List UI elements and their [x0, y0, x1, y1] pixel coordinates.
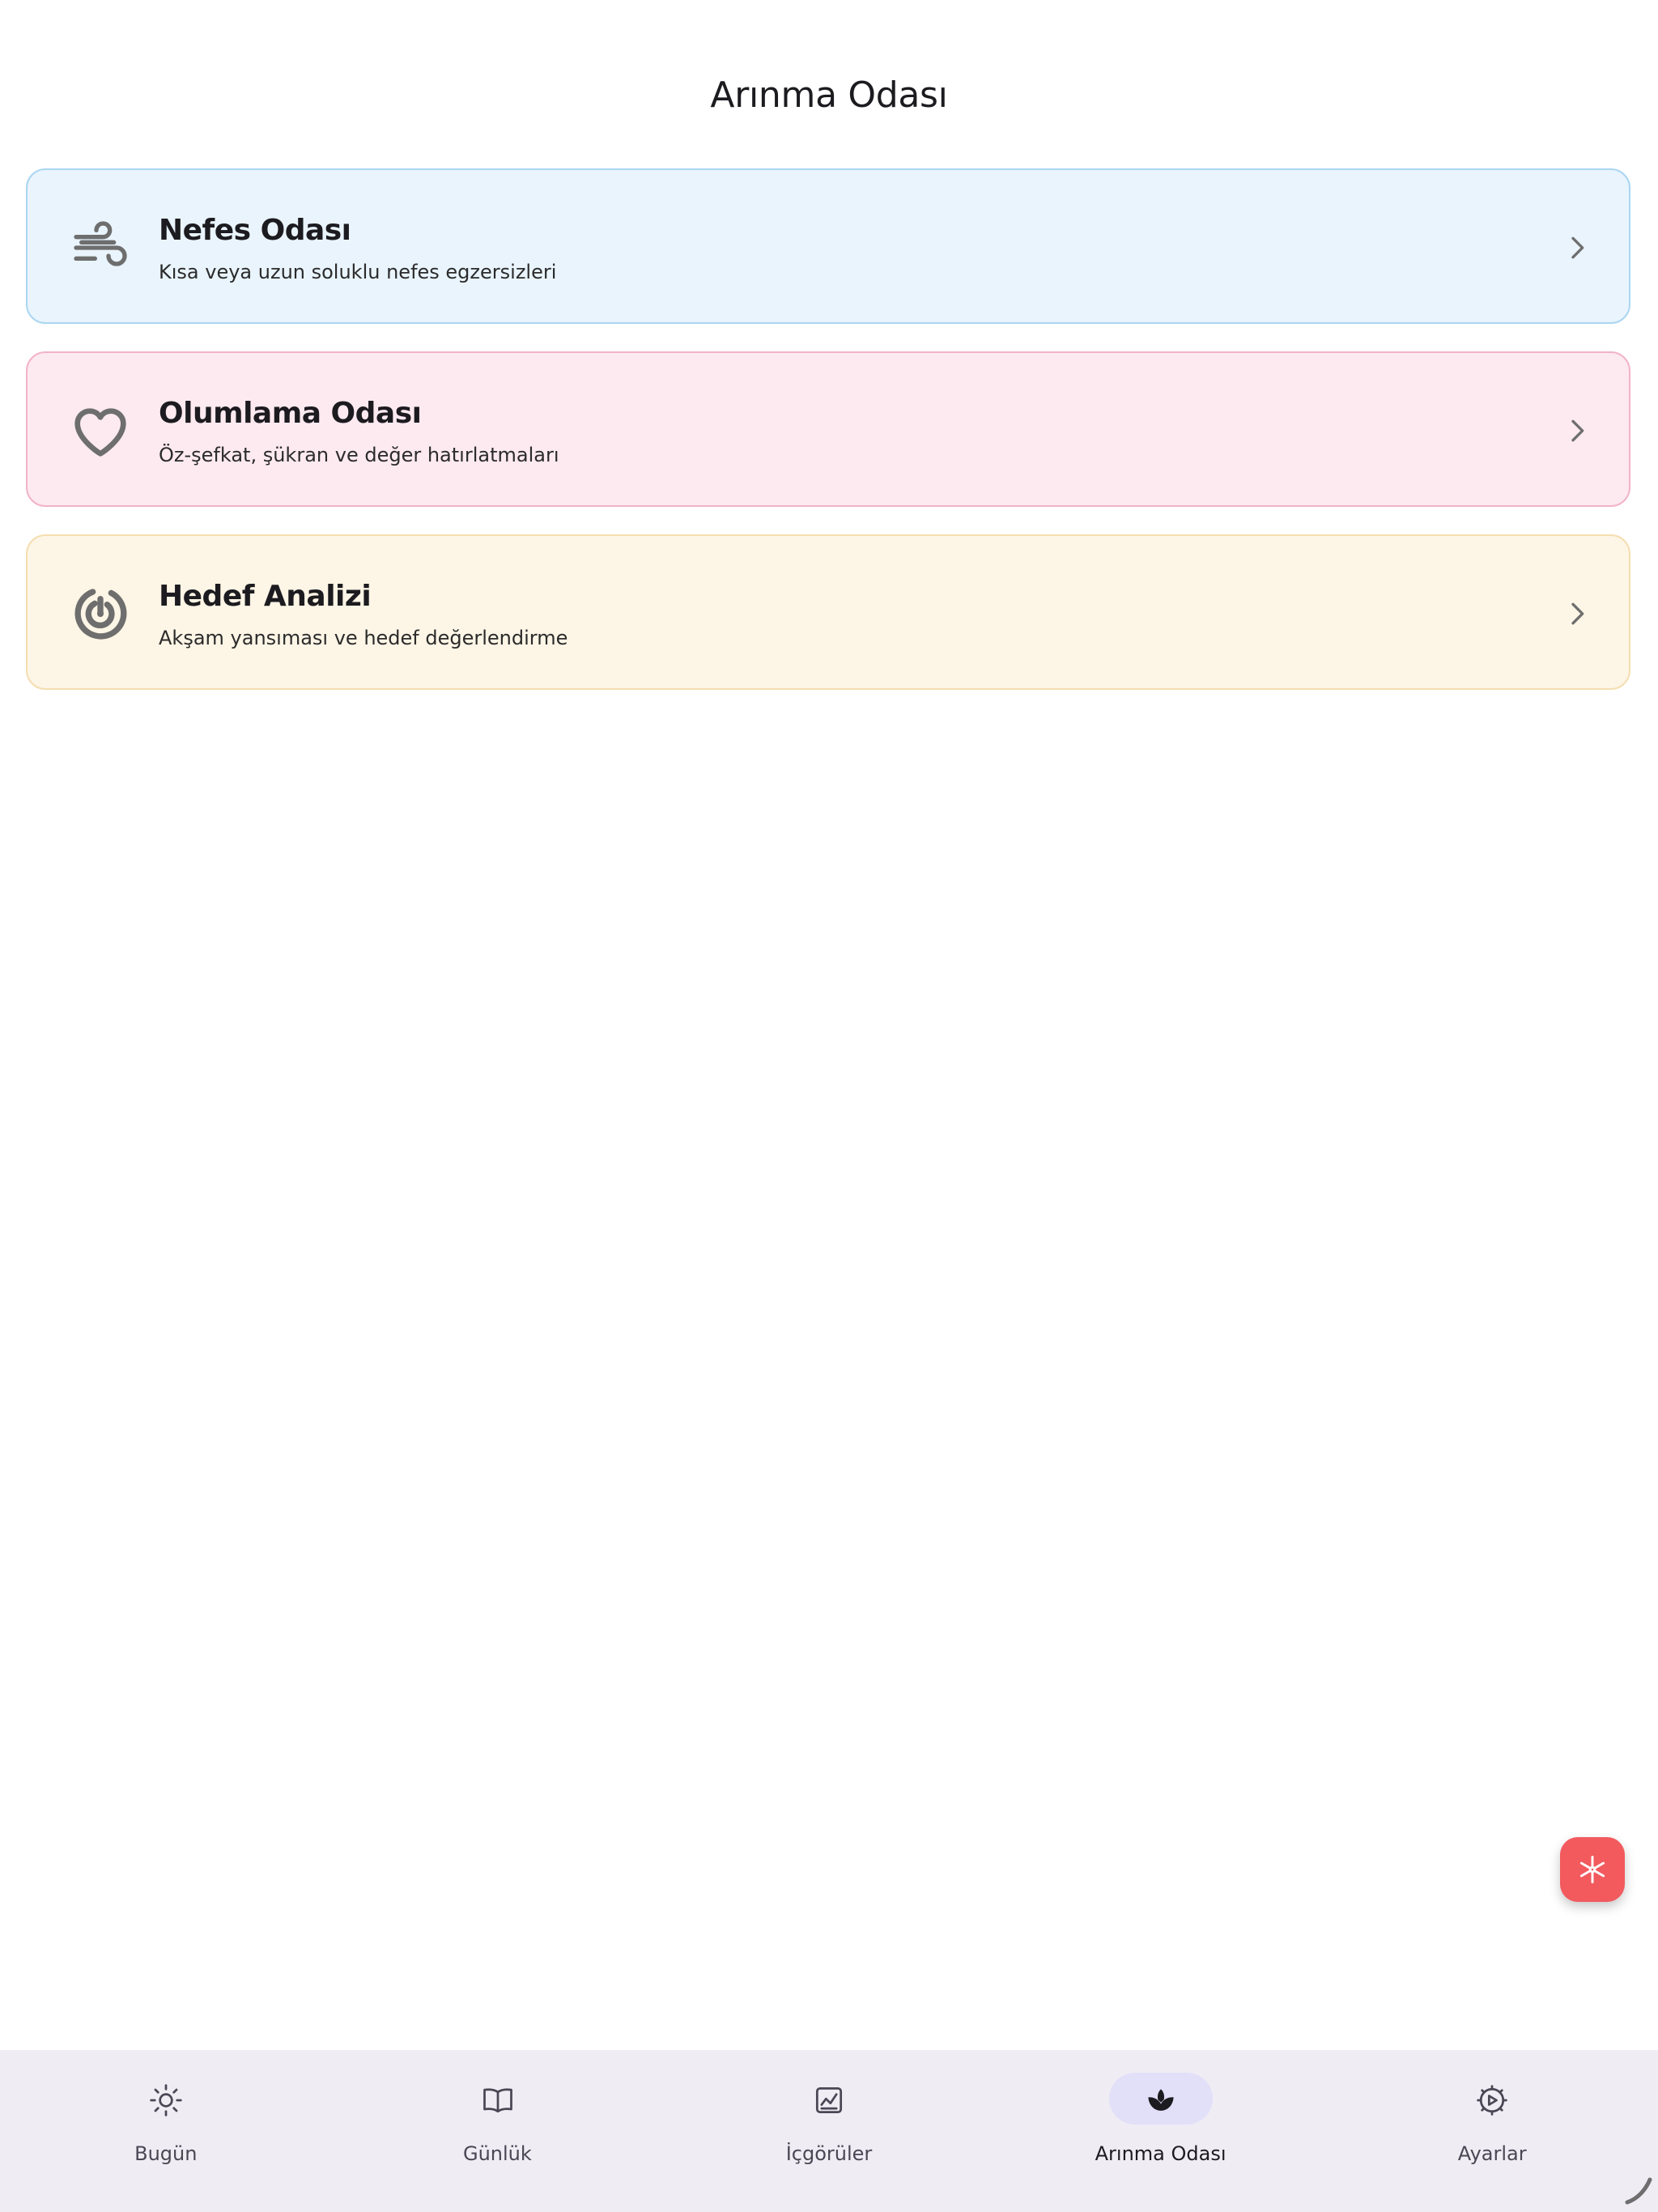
heart-icon — [74, 408, 126, 457]
card-hedef-analizi[interactable]: Hedef Analizi Akşam yansıması ve hedef d… — [26, 534, 1630, 690]
fab-button[interactable] — [1560, 1837, 1625, 1902]
nav-item-bugun[interactable]: Bugün — [0, 2050, 332, 2212]
card-title: Nefes Odası — [159, 214, 351, 247]
chart-icon — [816, 2087, 843, 2114]
nav-label: İçgörüler — [785, 2142, 873, 2165]
nav-label: Bugün — [134, 2142, 198, 2165]
nav-label: Ayarlar — [1457, 2142, 1527, 2165]
book-icon — [483, 2088, 512, 2113]
wind-icon — [74, 221, 127, 266]
nav-label: Günlük — [462, 2142, 532, 2165]
card-subtitle: Akşam yansıması ve hedef değerlendirme — [159, 627, 568, 649]
nav-item-arinma-odasi[interactable]: Arınma Odası — [995, 2050, 1327, 2212]
page-title: Arınma Odası — [710, 74, 948, 116]
nav-item-ayarlar[interactable]: Ayarlar — [1326, 2050, 1658, 2212]
lotus-icon — [1148, 2089, 1174, 2111]
nav-item-icgoruler[interactable]: İçgörüler — [663, 2050, 995, 2212]
card-subtitle: Öz-şefkat, şükran ve değer hatırlatmalar… — [159, 444, 559, 466]
card-title: Olumlama Odası — [159, 397, 422, 430]
target-icon — [74, 589, 127, 640]
chevron-right-icon — [1571, 236, 1584, 259]
nav-item-gunluk[interactable]: Günlük — [332, 2050, 664, 2212]
chevron-right-icon — [1571, 602, 1584, 625]
gear-icon — [1477, 2085, 1508, 2116]
card-olumlama-odasi[interactable]: Olumlama Odası Öz-şefkat, şükran ve değe… — [26, 351, 1630, 507]
card-subtitle: Kısa veya uzun soluklu nefes egzersizler… — [159, 261, 557, 283]
sun-icon — [150, 2084, 182, 2116]
asterisk-icon — [1579, 1855, 1605, 1884]
card-nefes-odasi[interactable]: Nefes Odası Kısa veya uzun soluklu nefes… — [26, 168, 1630, 324]
card-title: Hedef Analizi — [159, 580, 372, 613]
bottom-navigation: Bugün Günlük İçgörüler Arınma Odası Ayar… — [0, 2050, 1658, 2212]
resize-handle-icon[interactable] — [1622, 2175, 1655, 2207]
chevron-right-icon — [1571, 419, 1584, 442]
nav-label: Arınma Odası — [1095, 2142, 1226, 2165]
